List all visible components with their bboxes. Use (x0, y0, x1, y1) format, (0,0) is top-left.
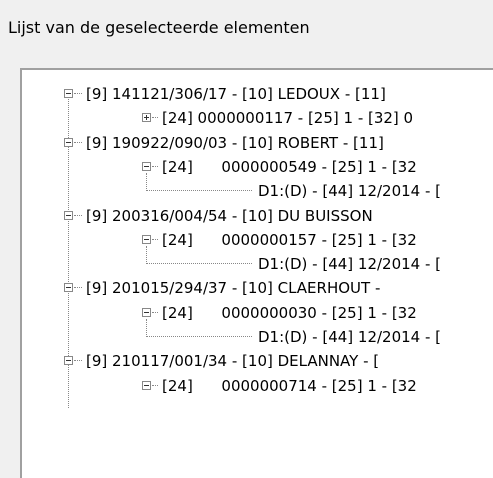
tree-node-label: D1:(D) - [44] 12/2014 - [ (258, 328, 442, 346)
tree-node[interactable]: [9] 201015/294/37 - [10] CLAERHOUT - (22, 276, 493, 300)
tree-connector (152, 238, 158, 240)
tree-connector (146, 190, 252, 192)
tree-node[interactable]: [24] 0000000157 - [25] 1 - [32 (22, 228, 493, 252)
tree-node-label: [24] 0000000117 - [25] 1 - [32] 0 (162, 109, 414, 128)
tree-node[interactable]: D1:(D) - [44] 12/2014 - [ (22, 173, 493, 203)
tree-connector (152, 117, 158, 119)
tree-connector (74, 141, 82, 143)
tree-node-label: [24] 0000000030 - [25] 1 - [32 (162, 303, 417, 322)
tree-connector (146, 173, 147, 192)
collapse-node-icon[interactable] (142, 234, 151, 244)
tree-node-label: [9] 141121/306/17 - [10] LEDOUX - [11] (86, 85, 386, 103)
collapse-node-icon[interactable] (142, 307, 151, 317)
tree-node[interactable]: D1:(D) - [44] 12/2014 - [ (22, 246, 493, 276)
dialog-title: Lijst van de geselecteerde elementen (8, 18, 310, 37)
collapse-node-icon[interactable] (64, 137, 73, 147)
tree-connector (152, 311, 158, 313)
tree-node-label: [9] 200316/004/54 - [10] DU BUISSON (86, 206, 373, 225)
tree-node-label: [24] 0000000549 - [25] 1 - [32 (162, 157, 417, 176)
tree-connector (74, 287, 82, 289)
tree-node[interactable]: D1:(D) - [44] 12/2014 - [ (22, 319, 493, 349)
tree-connector (152, 165, 158, 167)
collapse-node-icon[interactable] (64, 283, 73, 293)
tree-node-label: D1:(D) - [44] 12/2014 - [ (258, 255, 442, 274)
collapse-node-icon[interactable] (64, 89, 73, 98)
tree-node[interactable]: [24] 0000000030 - [25] 1 - [32 (22, 301, 493, 325)
tree-connector (146, 246, 147, 265)
tree-node[interactable]: [24] 0000000714 - [25] 1 - [32 (22, 374, 493, 398)
collapse-node-icon[interactable] (64, 210, 73, 220)
tree-node-label: [9] 210117/001/34 - [10] DELANNAY - [ (86, 352, 380, 371)
tree-node-label: [9] 190922/090/03 - [10] ROBERT - [11] (86, 133, 384, 152)
tree-node-label: [24] 0000000157 - [25] 1 - [32 (162, 230, 417, 249)
collapse-node-icon[interactable] (142, 161, 151, 171)
expand-node-icon[interactable] (142, 113, 151, 123)
tree-node[interactable]: [24] 0000000549 - [25] 1 - [32 (22, 155, 493, 179)
tree-connector (146, 336, 252, 337)
tree-node-label: [9] 201015/294/37 - [10] CLAERHOUT - (86, 279, 381, 298)
tree-view[interactable]: [9] 141121/306/17 - [10] LEDOUX - [11] [2… (22, 70, 493, 478)
tree-node[interactable]: [9] 200316/004/54 - [10] DU BUISSON (22, 204, 493, 228)
tree-connector (146, 263, 252, 265)
tree-connector (152, 384, 158, 386)
collapse-node-icon[interactable] (142, 380, 151, 390)
selected-elements-tree[interactable]: [9] 141121/306/17 - [10] LEDOUX - [11] [2… (20, 68, 493, 478)
tree-node[interactable]: [9] 210117/001/34 - [10] DELANNAY - [ (22, 349, 493, 373)
tree-node[interactable]: [9] 190922/090/03 - [10] ROBERT - [11] (22, 131, 493, 155)
tree-node-label: D1:(D) - [44] 12/2014 - [ (258, 182, 442, 201)
tree-node[interactable]: [9] 141121/306/17 - [10] LEDOUX - [11] (22, 82, 493, 106)
tree-node-label: [24] 0000000714 - [25] 1 - [32 (162, 376, 417, 395)
tree-connector (74, 93, 82, 94)
collapse-node-icon[interactable] (64, 356, 73, 366)
tree-node[interactable]: [24] 0000000117 - [25] 1 - [32] 0 (22, 106, 493, 130)
tree-connector (74, 214, 82, 216)
tree-connector (74, 360, 82, 362)
tree-connector (146, 319, 147, 337)
